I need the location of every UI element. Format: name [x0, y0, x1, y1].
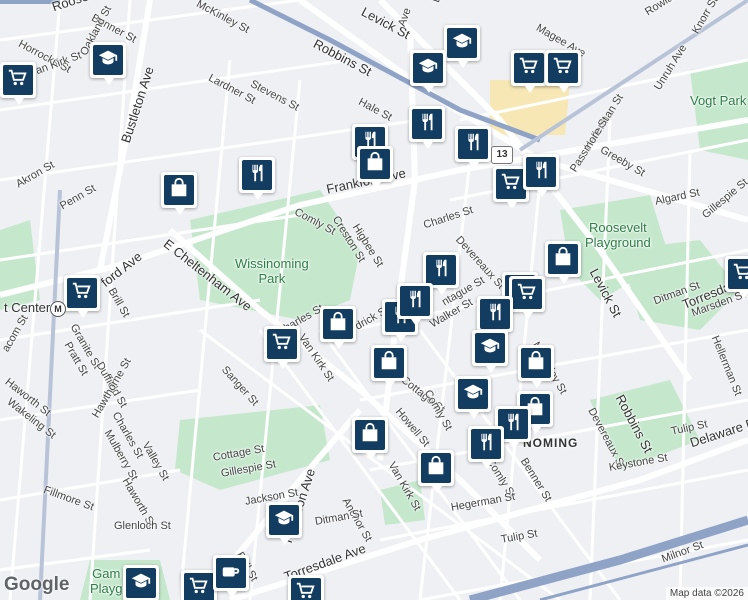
coffee-cup-icon [220, 560, 242, 587]
map-canvas[interactable]: Roosevelt BlvdBenner StMcKinley StHorroc… [0, 0, 748, 600]
shopping-bag-icon [168, 177, 190, 204]
metro-station-icon[interactable]: M [50, 301, 66, 317]
store-marker[interactable] [352, 417, 388, 460]
label-t-center: t Center [4, 300, 51, 315]
shopping-cart-icon [7, 67, 29, 94]
shopping-cart-icon [516, 281, 538, 308]
shopping-cart-icon [71, 280, 93, 307]
restaurant-marker[interactable] [523, 154, 559, 197]
grocery-marker[interactable] [511, 50, 547, 93]
school-marker[interactable] [444, 25, 480, 68]
fork-knife-icon [246, 162, 268, 189]
restaurant-marker[interactable] [468, 426, 504, 469]
fork-knife-icon [416, 111, 438, 138]
shopping-bag-icon [364, 151, 386, 178]
store-marker[interactable] [371, 345, 407, 388]
school-marker[interactable] [455, 376, 491, 419]
label-wissinoming-park: Wissinoming Park [235, 256, 309, 286]
restaurant-marker[interactable] [239, 157, 275, 200]
restaurant-marker[interactable] [477, 296, 513, 339]
grocery-marker[interactable] [264, 326, 300, 369]
fork-knife-icon [530, 159, 552, 186]
grocery-marker[interactable] [64, 275, 100, 318]
grocery-marker[interactable] [545, 50, 581, 93]
school-marker[interactable] [123, 565, 159, 600]
school-marker[interactable] [266, 502, 302, 545]
fork-knife-icon [502, 411, 524, 438]
label-vogt-park: Vogt Park [690, 93, 747, 108]
school-marker[interactable] [410, 50, 446, 93]
shopping-bag-icon [327, 311, 349, 338]
school-icon [273, 507, 295, 534]
school-icon [479, 335, 501, 362]
fork-knife-icon [404, 288, 426, 315]
shopping-cart-icon [271, 331, 293, 358]
shopping-cart-icon [518, 55, 540, 82]
store-marker[interactable] [518, 345, 554, 388]
fork-knife-icon [484, 301, 506, 328]
route-13-shield: 13 [491, 146, 513, 164]
fork-knife-icon [462, 131, 484, 158]
shopping-bag-icon [425, 455, 447, 482]
school-icon [130, 570, 152, 597]
school-marker[interactable] [472, 330, 508, 373]
map-attribution[interactable]: Map data ©2026 [665, 587, 748, 600]
school-icon [462, 381, 484, 408]
fork-knife-icon [430, 257, 452, 284]
store-marker[interactable] [357, 146, 393, 189]
google-logo[interactable]: Google [4, 574, 69, 596]
shopping-cart-icon [188, 575, 210, 600]
grocery-marker[interactable] [288, 575, 324, 600]
fork-knife-icon [475, 431, 497, 458]
shopping-cart-icon [732, 261, 748, 288]
restaurant-marker[interactable] [397, 283, 433, 326]
label-wissinoming-hood: NOMING [523, 436, 579, 450]
school-icon [97, 47, 119, 74]
label-gam-playground: Gam Playg [90, 566, 123, 596]
store-marker[interactable] [545, 241, 581, 284]
school-marker[interactable] [90, 42, 126, 85]
shopping-cart-icon [500, 171, 522, 198]
grocery-marker[interactable] [725, 256, 748, 299]
label-roosevelt-playground: Roosevelt Playground [585, 220, 651, 250]
grocery-marker[interactable] [509, 276, 545, 319]
label-glenloch-st: Glenloch St [114, 520, 171, 532]
school-icon [417, 55, 439, 82]
school-icon [451, 30, 473, 57]
restaurant-marker[interactable] [455, 126, 491, 169]
shopping-cart-icon [295, 580, 317, 600]
cafe-marker[interactable] [213, 555, 249, 598]
grocery-marker[interactable] [0, 62, 36, 105]
shopping-bag-icon [552, 246, 574, 273]
restaurant-marker[interactable] [409, 106, 445, 149]
store-marker[interactable] [418, 450, 454, 493]
oxford-ave-road [377, 29, 419, 461]
shopping-cart-icon [552, 55, 574, 82]
shopping-bag-icon [525, 350, 547, 377]
grocery-marker[interactable] [181, 570, 217, 600]
store-marker[interactable] [320, 306, 356, 349]
store-marker[interactable] [161, 172, 197, 215]
shopping-bag-icon [378, 350, 400, 377]
shopping-bag-icon [359, 422, 381, 449]
